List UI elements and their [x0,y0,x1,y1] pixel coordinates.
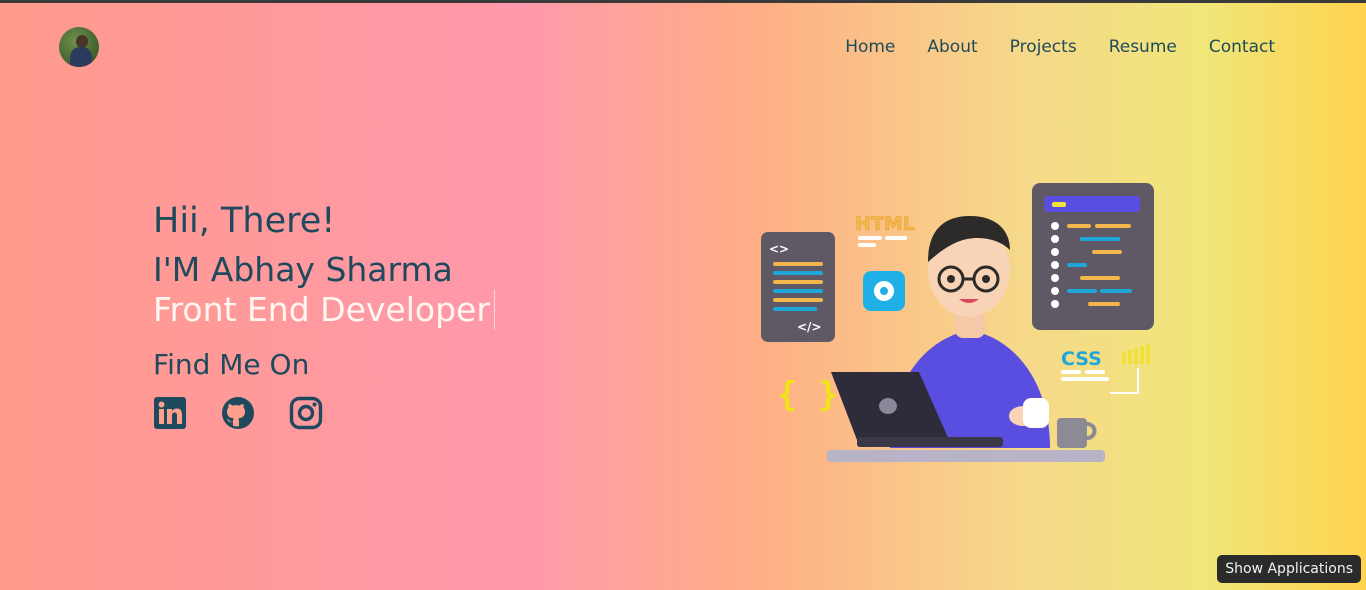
show-applications-tooltip: Show Applications [1217,555,1361,583]
html-label: HTML [855,213,915,235]
gear-icon [863,271,905,311]
code-panel-right-icon [1032,183,1154,330]
braces-icon: { } [777,375,838,415]
avatar-torso [70,47,92,67]
nav-home[interactable]: Home [845,36,895,58]
desk-icon [827,450,1105,462]
nav-about[interactable]: About [927,36,977,58]
code-panel-left-icon: <> </> [761,232,835,342]
nav-projects[interactable]: Projects [1010,36,1077,58]
css-badge-icon: CSS [1061,344,1150,394]
nav-resume[interactable]: Resume [1109,36,1177,58]
code-open-tag: <> [769,242,789,256]
profile-avatar[interactable] [59,27,99,67]
html-badge-icon: HTML [855,213,915,247]
hero-section: Hii, There! I'M Abhay Sharma Front End D… [153,200,495,430]
developer-illustration: <> </> HTML CSS {} [755,178,1160,468]
instagram-icon[interactable] [289,396,323,430]
nav-contact[interactable]: Contact [1209,36,1275,58]
social-links [153,396,495,430]
greeting-heading: Hii, There! [153,201,336,241]
role-line: Front End Developer [153,290,495,330]
linkedin-icon[interactable] [153,396,187,430]
find-me-heading: Find Me On [153,348,310,381]
role-typewriter: Front End Developer [153,290,495,330]
code-close-tag: </> [797,320,822,334]
github-icon[interactable] [221,396,255,430]
css-label: CSS [1061,348,1102,370]
name-heading: I'M Abhay Sharma [153,250,453,289]
mug-icon [1057,418,1097,448]
main-nav: Home About Projects Resume Contact [845,36,1275,58]
